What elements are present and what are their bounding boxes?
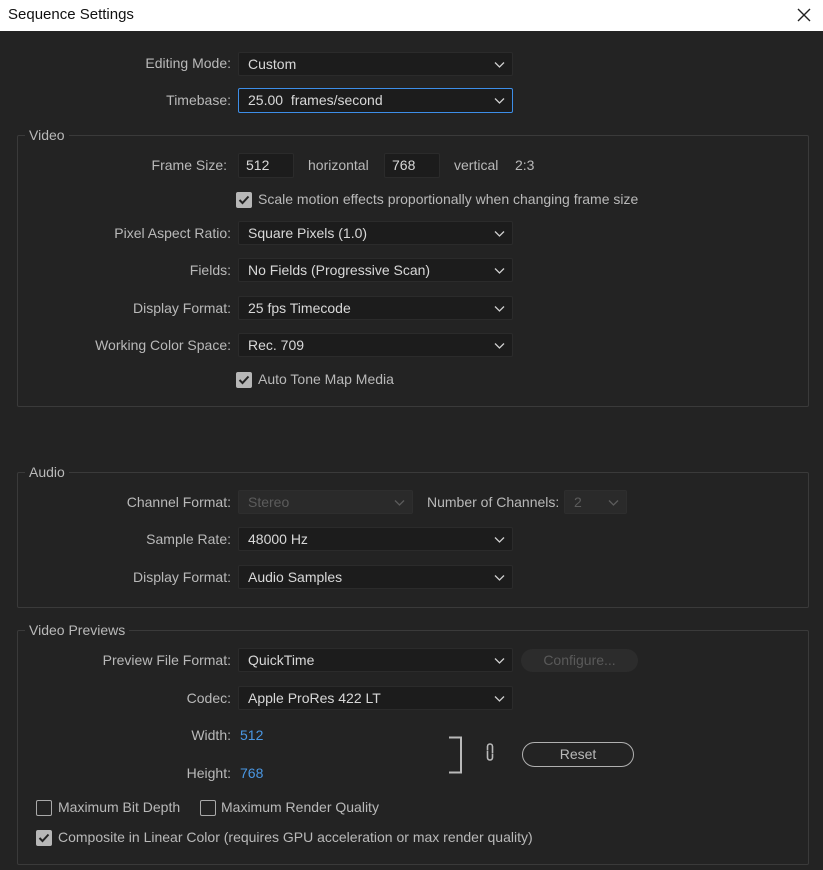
frame-width-input[interactable]: 512 [238,153,294,178]
window-title: Sequence Settings [8,6,134,23]
max-render-quality-label: Maximum Render Quality [221,799,379,815]
audio-group-title: Audio [25,463,69,481]
frame-height-input[interactable]: 768 [384,153,440,178]
display-format-value: 25 fps Timecode [248,300,351,316]
timebase-label: Timebase: [166,92,231,108]
pixel-aspect-label: Pixel Aspect Ratio: [114,225,231,241]
color-space-label: Working Color Space: [95,337,231,353]
sample-rate-label: Sample Rate: [146,531,231,547]
num-channels-label: Number of Channels: [427,494,560,510]
audio-display-format-dropdown[interactable]: Audio Samples [238,565,513,589]
checkmark-icon [238,195,250,205]
video-group-title: Video [25,126,69,144]
chevron-down-icon [494,62,505,68]
timebase-dropdown[interactable]: 25.00 frames/second [238,88,513,113]
max-render-quality-checkbox[interactable] [200,800,216,816]
channel-format-dropdown[interactable]: Stereo [238,490,413,514]
channel-format-value: Stereo [248,494,290,510]
preview-width-label: Width: [191,727,231,743]
link-icon[interactable] [483,742,497,762]
sample-rate-value: 48000 Hz [248,531,308,547]
channel-format-label: Channel Format: [126,494,231,510]
fields-label: Fields: [189,262,231,278]
chevron-down-icon [494,696,505,702]
fields-value: No Fields (Progressive Scan) [248,262,431,278]
chevron-down-icon [494,658,505,664]
chevron-down-icon [494,575,505,581]
max-bit-depth-checkbox[interactable] [36,800,52,816]
pixel-aspect-dropdown[interactable]: Square Pixels (1.0) [238,221,513,245]
link-bracket [449,736,462,774]
pixel-aspect-value: Square Pixels (1.0) [248,225,368,241]
chevron-down-icon [494,537,505,543]
color-space-value: Rec. 709 [248,337,305,353]
chevron-down-icon [394,500,405,506]
sample-rate-dropdown[interactable]: 48000 Hz [238,527,513,551]
chevron-down-icon [494,306,505,312]
codec-value: Apple ProRes 422 LT [248,690,381,706]
num-channels-value: 2 [574,494,582,510]
checkmark-icon [238,375,250,385]
codec-label: Codec: [186,690,231,706]
preview-height-label: Height: [186,765,231,781]
linear-color-checkbox[interactable] [36,830,52,846]
editing-mode-label: Editing Mode: [145,55,231,71]
preview-width-value[interactable]: 512 [240,726,263,744]
fields-dropdown[interactable]: No Fields (Progressive Scan) [238,258,513,282]
tone-map-checkbox[interactable] [236,372,252,388]
chevron-down-icon [608,500,619,506]
editing-mode-value: Custom [248,56,297,72]
linear-color-label: Composite in Linear Color (requires GPU … [58,829,533,845]
chevron-down-icon [494,231,505,237]
close-button[interactable] [789,1,819,29]
timebase-value: 25.00 frames/second [248,92,383,108]
chevron-down-icon [494,98,505,104]
close-icon [797,8,811,22]
frame-size-label: Frame Size: [151,157,227,173]
reset-button[interactable]: Reset [522,742,634,767]
chevron-down-icon [494,268,505,274]
aspect-ratio-text: 2:3 [515,157,535,173]
codec-dropdown[interactable]: Apple ProRes 422 LT [238,686,513,710]
vertical-label: vertical [454,157,499,173]
title-bar: Sequence Settings [0,0,823,31]
editing-mode-dropdown[interactable]: Custom [238,52,513,76]
scale-motion-checkbox[interactable] [236,192,252,208]
audio-display-format-label: Display Format: [132,569,231,585]
preview-file-format-dropdown[interactable]: QuickTime [238,648,513,672]
display-format-dropdown[interactable]: 25 fps Timecode [238,296,513,320]
max-bit-depth-label: Maximum Bit Depth [58,799,181,815]
video-previews-group-title: Video Previews [25,621,130,639]
color-space-dropdown[interactable]: Rec. 709 [238,333,513,357]
display-format-label: Display Format: [132,300,231,316]
horizontal-label: horizontal [308,157,369,173]
chevron-down-icon [494,343,505,349]
scale-motion-label: Scale motion effects proportionally when… [258,191,639,207]
checkmark-icon [38,833,50,843]
num-channels-dropdown[interactable]: 2 [564,490,627,514]
configure-button[interactable]: Configure... [521,649,638,672]
tone-map-label: Auto Tone Map Media [258,371,394,387]
preview-height-value[interactable]: 768 [240,764,263,782]
audio-display-format-value: Audio Samples [248,569,343,585]
preview-file-format-label: Preview File Format: [102,652,231,668]
preview-file-format-value: QuickTime [248,652,315,668]
